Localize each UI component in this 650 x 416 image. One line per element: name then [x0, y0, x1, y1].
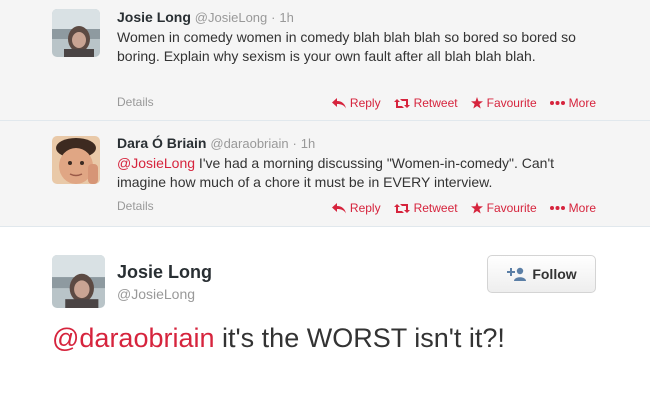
follow-button[interactable]: Follow [487, 255, 596, 293]
reply-button[interactable]: Reply [331, 96, 381, 110]
favourite-label: Favourite [486, 96, 537, 110]
retweet-icon [393, 98, 410, 108]
favourite-button[interactable]: Favourite [470, 201, 537, 215]
avatar[interactable] [52, 136, 100, 184]
follow-label: Follow [532, 266, 577, 282]
user-fullname[interactable]: Josie Long [117, 262, 212, 283]
avatar[interactable] [52, 255, 105, 308]
favourite-icon [470, 97, 483, 109]
tweet-actions: Reply Retweet Favourite More [331, 96, 596, 110]
retweet-icon [393, 203, 410, 213]
avatar[interactable] [52, 9, 100, 57]
mention-link[interactable]: @JosieLong [117, 155, 195, 171]
tweet-body: Women in comedy women in comedy blah bla… [117, 29, 576, 64]
mention-link[interactable]: @daraobriain [52, 323, 215, 353]
more-icon [549, 101, 565, 105]
follow-user-icon [507, 267, 527, 281]
reply-icon [331, 97, 346, 108]
separator-dot: · [271, 10, 276, 25]
reply-label: Reply [349, 96, 381, 110]
favourite-button[interactable]: Favourite [470, 96, 537, 110]
user-screen-name[interactable]: @daraobriain [210, 136, 288, 151]
tweet-text: @daraobriain it's the WORST isn't it?! [52, 320, 612, 356]
details-link[interactable]: Details [117, 95, 154, 109]
main-tweet: Josie Long @JosieLong Follow @daraobriai… [0, 228, 650, 416]
retweet-label: Retweet [413, 96, 458, 110]
favourite-label: Favourite [486, 201, 537, 215]
user-screen-name[interactable]: @JosieLong [195, 10, 267, 25]
avatar-josie-image [52, 255, 105, 308]
user-fullname[interactable]: Josie Long [117, 9, 191, 25]
avatar-josie-image [52, 9, 100, 57]
more-label: More [568, 96, 596, 110]
retweet-button[interactable]: Retweet [393, 96, 458, 110]
details-link[interactable]: Details [117, 199, 154, 213]
favourite-icon [470, 202, 483, 214]
more-button[interactable]: More [549, 96, 596, 110]
more-button[interactable]: More [549, 201, 596, 215]
separator-dot: · [292, 136, 297, 151]
tweet-text: Women in comedy women in comedy blah bla… [117, 28, 597, 65]
tweet-header: Josie Long @JosieLong · 1h [117, 9, 294, 25]
retweet-label: Retweet [413, 201, 458, 215]
tweet-header: Dara Ó Briain @daraobriain · 1h [117, 135, 315, 151]
avatar-dara-image [52, 136, 100, 184]
reply-label: Reply [349, 201, 381, 215]
reply-button[interactable]: Reply [331, 201, 381, 215]
user-screen-name[interactable]: @JosieLong [117, 286, 195, 302]
retweet-button[interactable]: Retweet [393, 201, 458, 215]
tweet-timestamp[interactable]: 1h [279, 10, 293, 25]
more-label: More [568, 201, 596, 215]
tweet-timestamp[interactable]: 1h [301, 136, 315, 151]
tweet-text: @JosieLong I've had a morning discussing… [117, 154, 597, 191]
tweet-body: it's the WORST isn't it?! [214, 323, 505, 353]
user-fullname[interactable]: Dara Ó Briain [117, 135, 206, 151]
reply-tweet-dara[interactable]: Dara Ó Briain @daraobriain · 1h @JosieLo… [0, 121, 650, 227]
tweet-actions: Reply Retweet Favourite More [331, 201, 596, 215]
reply-icon [331, 202, 346, 213]
reply-tweet-josie[interactable]: Josie Long @JosieLong · 1h Women in come… [0, 0, 650, 121]
more-icon [549, 206, 565, 210]
